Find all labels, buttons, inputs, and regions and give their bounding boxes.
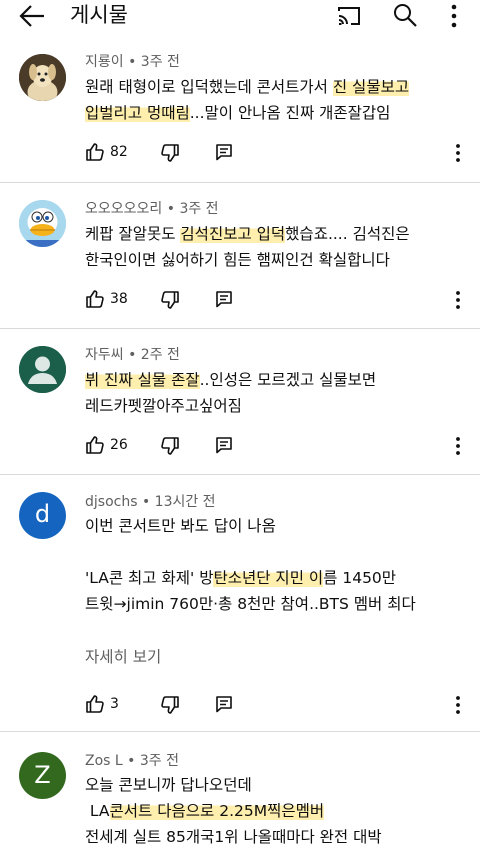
comment-text: 케팝 잘알못도 김석진보고 입덕했습죠.... 김석진은 한국인이면 싫어하기 … [85,221,460,273]
highlighted-text: 탄소년단 지민 이 [213,569,324,587]
comment-line: 전세계 실트 85개국1위 나올때마다 완전 대박 [85,824,460,850]
like-icon[interactable] [85,694,105,714]
comment-line: 뷔 진짜 실물 존잘..인성은 모르겠고 실물보면 [85,367,460,393]
comment-line: 트윗→jimin 760만·총 8천만 참여..BTS 멤버 최다 [85,591,460,617]
comment-author[interactable]: 지룡이 • 3주 전 [85,53,180,71]
comment-menu-icon[interactable] [451,289,465,311]
avatar[interactable] [19,346,66,393]
comment-line: 케팝 잘알못도 김석진보고 입덕했습죠.... 김석진은 [85,221,460,247]
comment-item: 오오오오오리 • 3주 전 케팝 잘알못도 김석진보고 입덕했습죠.... 김석… [0,183,480,329]
read-more-link[interactable]: 자세히 보기 [85,645,161,667]
comment-item: 지룡이 • 3주 전 원래 태형이로 입덕했는데 콘서트가서 진 실물보고 입벌… [0,40,480,183]
comment-text: 이번 콘서트만 봐도 답이 나옴 'LA콘 최고 화제' 방탄소년단 지민 이름… [85,513,460,617]
avatar[interactable]: Z [19,752,66,799]
reply-icon[interactable] [215,143,233,161]
avatar[interactable] [19,200,66,247]
comment-line: 레드카펫깔아주고싶어짐 [85,393,460,419]
avatar-letter: d [34,500,51,528]
app-bar: 게시물 [0,0,480,34]
like-icon[interactable] [85,289,105,309]
comment-item: d djsochs • 13시간 전 이번 콘서트만 봐도 답이 나옴 'LA콘… [0,475,480,732]
comment-menu-icon[interactable] [451,694,465,716]
comment-menu-icon[interactable] [451,142,465,164]
comment-author[interactable]: Zos L • 3주 전 [85,752,179,770]
text-span: 레드카펫깔아주고싶어짐 [85,397,242,415]
more-vert-icon[interactable] [444,2,464,30]
avatar-letter: Z [34,761,51,789]
comment-text: 원래 태형이로 입덕했는데 콘서트가서 진 실물보고 입벌리고 멍때림...말이… [85,74,460,126]
search-icon[interactable] [392,2,418,28]
comment-line: 이번 콘서트만 봐도 답이 나옴 [85,513,460,539]
like-count: 82 [110,144,128,160]
highlighted-text: 진 실물보고 [332,78,410,96]
comment-line: 'LA콘 최고 화제' 방탄소년단 지민 이름 1450만 [85,565,460,591]
text-span: 이번 콘서트만 봐도 답이 나옴 [85,517,276,535]
text-span: 원래 태형이로 입덕했는데 콘서트가서 [85,78,333,96]
default-person-icon [19,346,66,393]
reply-icon[interactable] [215,695,233,713]
like-count: 3 [110,696,119,712]
highlighted-text: 김석진보고 입덕 [180,225,286,243]
text-span: 전세계 실트 85개국1위 나올때마다 완전 대박 [85,828,382,846]
text-span: 'LA콘 최고 화제' 방 [85,569,214,587]
duck-mascot-icon [19,200,66,247]
dog-photo-icon [19,54,66,101]
dislike-icon[interactable] [160,436,180,456]
text-span: 트윗→jimin 760만·총 8천만 참여..BTS 멤버 최다 [85,595,416,613]
comment-actions: 38 [85,287,475,313]
comment-line: 한국인이면 싫어하기 힘든 햄찌인건 확실합니다 [85,247,460,273]
highlighted-text: 입벌리고 멍때림 [85,104,190,122]
avatar[interactable]: d [19,492,66,539]
page-title: 게시물 [70,3,128,27]
comment-line: 원래 태형이로 입덕했는데 콘서트가서 진 실물보고 [85,74,460,100]
comment-author[interactable]: 오오오오오리 • 3주 전 [85,200,219,218]
text-span: 름 1450만 [323,569,397,587]
dislike-icon[interactable] [160,695,180,715]
text-span: ...말이 안나옴 진짜 개존잘갑임 [189,104,391,122]
back-arrow-icon[interactable] [18,3,46,29]
comment-actions: 3 [85,692,475,718]
comment-author[interactable]: 자두씨 • 2주 전 [85,346,180,364]
text-span: 오늘 콘보니까 답나오던데 [85,776,252,794]
reply-icon[interactable] [215,436,233,454]
text-span: 한국인이면 싫어하기 힘든 햄찌인건 확실합니다 [85,251,390,269]
comment-actions: 26 [85,433,475,459]
highlighted-text: 뷔 진짜 실물 존잘 [85,371,200,389]
like-count: 38 [110,291,128,307]
comment-menu-icon[interactable] [451,435,465,457]
text-span: 케팝 잘알못도 [85,225,181,243]
reply-icon[interactable] [215,290,233,308]
like-icon[interactable] [85,142,105,162]
comment-item: 자두씨 • 2주 전 뷔 진짜 실물 존잘..인성은 모르겠고 실물보면 레드카… [0,329,480,475]
comment-author[interactable]: djsochs • 13시간 전 [85,493,216,511]
dislike-icon[interactable] [160,290,180,310]
text-span: ..인성은 모르겠고 실물보면 [199,371,377,389]
cast-icon[interactable] [336,3,362,29]
comment-text: 뷔 진짜 실물 존잘..인성은 모르겠고 실물보면 레드카펫깔아주고싶어짐 [85,367,460,419]
text-span: 했습죠.... 김석진은 [285,225,410,243]
text-span: LA [85,802,110,820]
comment-line: LA콘서트 다음으로 2.25M찍은멤버 [85,798,460,824]
comment-text: 오늘 콘보니까 답나오던데 LA콘서트 다음으로 2.25M찍은멤버 전세계 실… [85,772,460,850]
like-icon[interactable] [85,435,105,455]
comment-actions: 82 [85,140,475,166]
comment-line [85,539,460,565]
comment-line: 입벌리고 멍때림...말이 안나옴 진짜 개존잘갑임 [85,100,460,126]
comment-item: Z Zos L • 3주 전 오늘 콘보니까 답나오던데 LA콘서트 다음으로 … [0,732,480,867]
like-count: 26 [110,437,128,453]
comment-line: 오늘 콘보니까 답나오던데 [85,772,460,798]
highlighted-text: 콘서트 다음으로 2.25M찍은멤버 [109,802,325,820]
dislike-icon[interactable] [160,143,180,163]
avatar[interactable] [19,54,66,101]
